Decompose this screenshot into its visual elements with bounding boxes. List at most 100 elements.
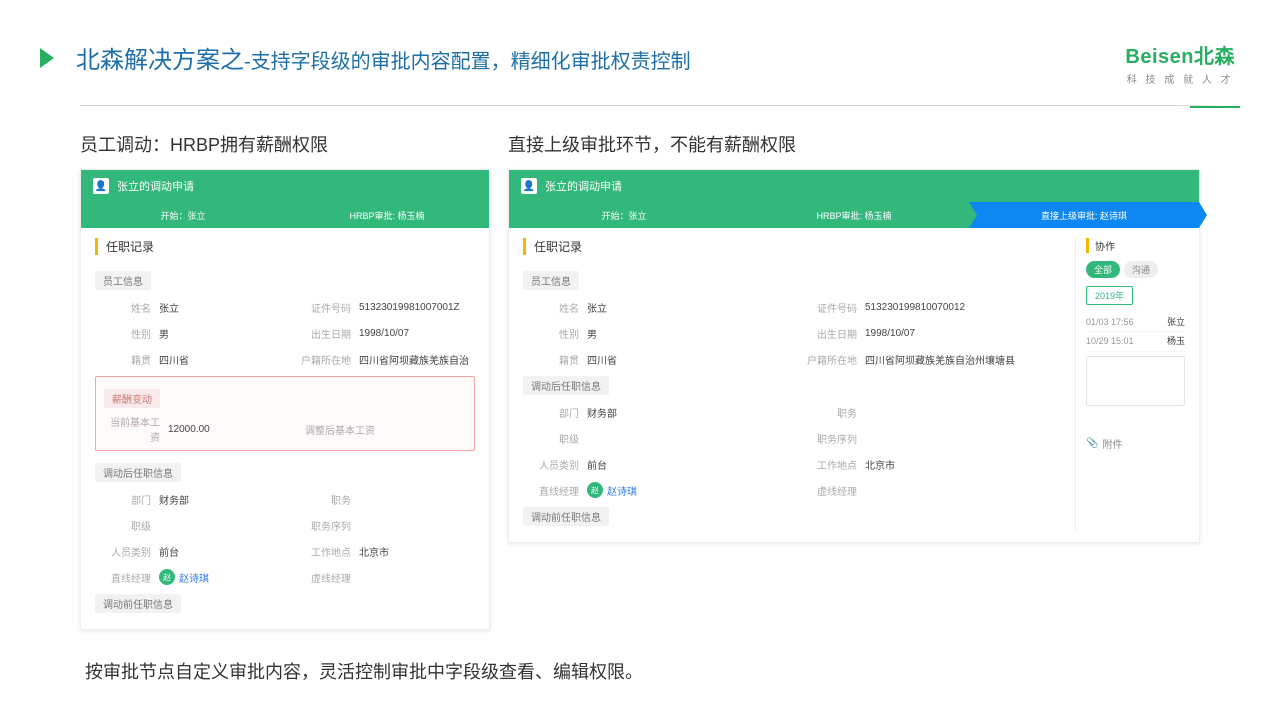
- field-label: 调整后基本工资: [295, 422, 375, 437]
- attachment-button[interactable]: 📎 附件: [1086, 436, 1185, 451]
- field-label: 姓名: [95, 300, 151, 315]
- field-label: 职务: [801, 405, 857, 420]
- field-label: 职务序列: [801, 431, 857, 446]
- attach-label: 附件: [1102, 436, 1122, 451]
- person-icon: 👤: [93, 178, 109, 194]
- field-label: 虚线经理: [295, 570, 351, 585]
- field-value: 前台: [587, 457, 607, 472]
- group-employee-info: 员工信息: [523, 271, 579, 290]
- section-title: 任职记录: [523, 238, 1059, 255]
- field-value: 四川省阿坝藏族羌族自治州壤塘县: [865, 352, 1015, 367]
- field-label: 姓名: [523, 300, 579, 315]
- field-value: 财务部: [159, 492, 189, 507]
- field-value: 男: [587, 326, 597, 341]
- field-value: 四川省: [159, 352, 189, 367]
- group-after-transfer: 调动后任职信息: [95, 463, 181, 482]
- field-value: 四川省: [587, 352, 617, 367]
- left-subtitle: 员工调动：HRBP拥有薪酬权限: [80, 131, 490, 157]
- comment-input[interactable]: [1086, 356, 1185, 406]
- wf-step-hrbp[interactable]: HRBP审批: 杨玉楠: [739, 202, 969, 228]
- field-value: 1998/10/07: [359, 328, 409, 339]
- field-label: 出生日期: [295, 326, 351, 341]
- side-title: 协作: [1086, 238, 1185, 253]
- wf-step-hrbp[interactable]: HRBP审批: 杨玉楠: [285, 202, 489, 228]
- manager-link[interactable]: 赵诗琪: [179, 570, 209, 585]
- field-value: 张立: [159, 300, 179, 315]
- divider: [80, 105, 1230, 106]
- timeline: 01/03 17:56 张立 10/29 15:01 杨玉: [1086, 313, 1185, 352]
- field-label: 职级: [95, 518, 151, 533]
- avatar: 赵: [587, 482, 603, 498]
- title-main: 北森解决方案之: [76, 47, 244, 74]
- group-before-transfer: 调动前任职信息: [523, 507, 609, 526]
- workflow-bar: 开始：张立 HRBP审批: 杨玉楠: [81, 202, 489, 228]
- field-value: 12000.00: [168, 424, 210, 435]
- filter-all[interactable]: 全部: [1086, 261, 1120, 278]
- field-label: 职务: [295, 492, 351, 507]
- field-label: 直线经理: [95, 570, 151, 585]
- field-value: 513230199810070012: [865, 302, 965, 313]
- field-label: 职务序列: [295, 518, 351, 533]
- field-label: 出生日期: [801, 326, 857, 341]
- field-label: 工作地点: [295, 544, 351, 559]
- workflow-bar: 开始：张立 HRBP审批: 杨玉楠 直接上级审批: 赵诗琪: [509, 202, 1199, 228]
- group-after-transfer: 调动后任职信息: [523, 376, 609, 395]
- field-label: 虚线经理: [801, 483, 857, 498]
- field-label: 部门: [95, 492, 151, 507]
- field-label: 人员类别: [523, 457, 579, 472]
- title-sub: -支持字段级的审批内容配置，精细化审批权责控制: [244, 51, 691, 73]
- wf-step-start[interactable]: 开始：张立: [81, 202, 285, 228]
- section-title: 任职记录: [95, 238, 475, 255]
- timeline-time: 01/03 17:56: [1086, 315, 1134, 329]
- manager-link[interactable]: 赵诗琪: [607, 483, 637, 498]
- divider-accent: [1190, 106, 1240, 108]
- field-label: 性别: [95, 326, 151, 341]
- right-subtitle: 直接上级审批环节，不能有薪酬权限: [508, 131, 1200, 157]
- field-label: 工作地点: [801, 457, 857, 472]
- salary-highlight-box: 薪酬变动 当前基本工资 12000.00 调整后基本工资: [95, 376, 475, 451]
- wf-step-supervisor[interactable]: 直接上级审批: 赵诗琪: [969, 202, 1199, 228]
- person-icon: 👤: [521, 178, 537, 194]
- field-label: 直线经理: [523, 483, 579, 498]
- card-header: 👤 张立的调动申请: [81, 170, 489, 202]
- field-value: 北京市: [359, 544, 389, 559]
- field-label: 户籍所在地: [801, 352, 857, 367]
- field-value: 张立: [587, 300, 607, 315]
- collab-side-panel: 协作 全部 沟通 2019年 01/03 17:56 张立 10/29 15:01…: [1075, 238, 1185, 532]
- logo-en: Beisen: [1125, 46, 1194, 68]
- timeline-name: 杨玉: [1167, 334, 1185, 348]
- wf-step-start[interactable]: 开始：张立: [509, 202, 739, 228]
- field-label: 当前基本工资: [104, 414, 160, 444]
- field-value: 51323019981007001Z: [359, 302, 460, 313]
- field-label: 部门: [523, 405, 579, 420]
- logo-tagline: 科 技 成 就 人 才: [1125, 71, 1235, 86]
- timeline-name: 张立: [1167, 315, 1185, 329]
- card-title: 张立的调动申请: [545, 178, 622, 194]
- timeline-time: 10/29 15:01: [1086, 334, 1134, 348]
- footer-note: 按审批节点自定义审批内容，灵活控制审批中字段级查看、编辑权限。: [40, 658, 1240, 684]
- field-value: 男: [159, 326, 169, 341]
- page-title: 北森解决方案之-支持字段级的审批内容配置，精细化审批权责控制: [76, 40, 691, 75]
- right-app-card: 👤 张立的调动申请 开始：张立 HRBP审批: 杨玉楠 直接上级审批: 赵诗琪 …: [508, 169, 1200, 543]
- paperclip-icon: 📎: [1086, 438, 1098, 449]
- filter-chat[interactable]: 沟通: [1124, 261, 1158, 278]
- group-employee-info: 员工信息: [95, 271, 151, 290]
- field-label: 职级: [523, 431, 579, 446]
- group-salary: 薪酬变动: [104, 389, 160, 408]
- brand-logo: Beisen北森 科 技 成 就 人 才: [1125, 40, 1235, 86]
- field-value: 四川省阿坝藏族羌族自治: [359, 352, 469, 367]
- field-value: 1998/10/07: [865, 328, 915, 339]
- group-before-transfer: 调动前任职信息: [95, 594, 181, 613]
- field-value: 财务部: [587, 405, 617, 420]
- field-label: 证件号码: [295, 300, 351, 315]
- field-label: 户籍所在地: [295, 352, 351, 367]
- filter-year[interactable]: 2019年: [1086, 286, 1133, 305]
- left-app-card: 👤 张立的调动申请 开始：张立 HRBP审批: 杨玉楠 任职记录 员工信息 姓名…: [80, 169, 490, 630]
- bullet-arrow-icon: [40, 48, 54, 68]
- field-label: 人员类别: [95, 544, 151, 559]
- card-header: 👤 张立的调动申请: [509, 170, 1199, 202]
- field-label: 籍贯: [95, 352, 151, 367]
- field-value: 北京市: [865, 457, 895, 472]
- field-label: 证件号码: [801, 300, 857, 315]
- avatar: 赵: [159, 569, 175, 585]
